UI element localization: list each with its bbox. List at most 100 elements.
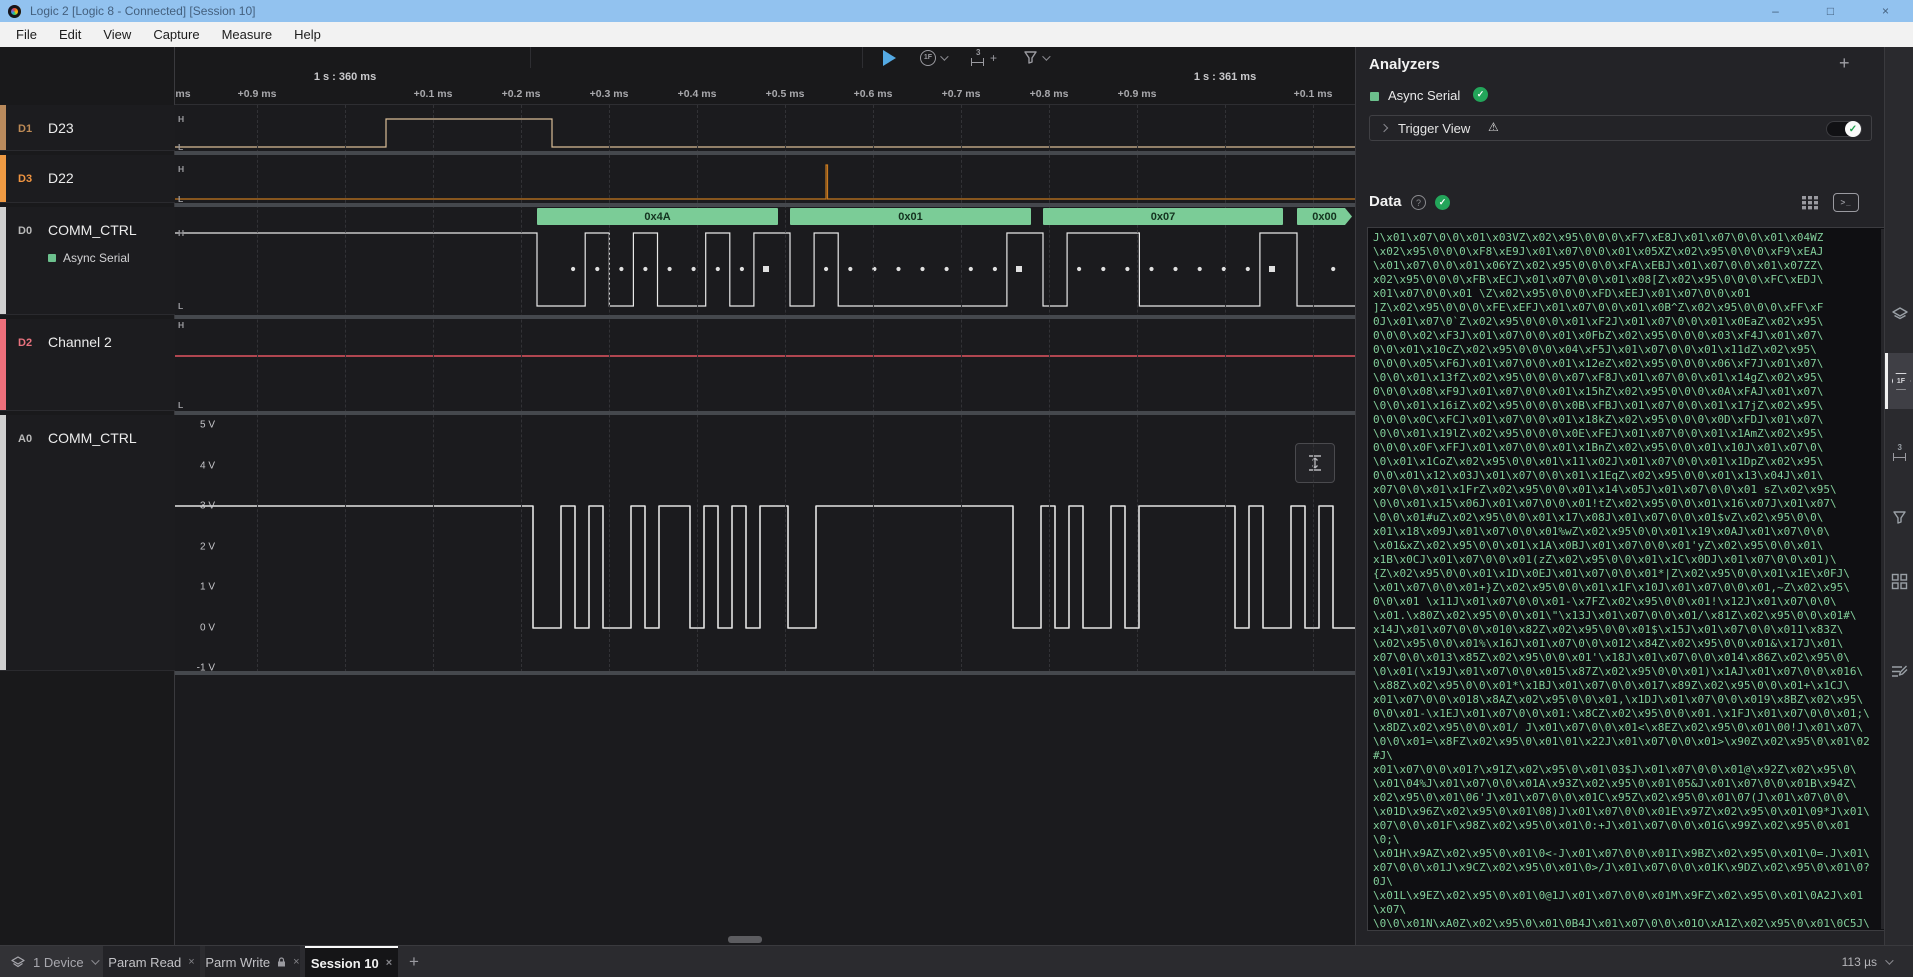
sidebar-capture-settings-button[interactable]: 1F bbox=[1885, 353, 1913, 409]
data-output-box[interactable]: J\x01\x07\0\0\x01\x03VZ\x02\x95\0\0\0\xF… bbox=[1367, 227, 1890, 931]
trigger-view-toggle[interactable]: ✓ bbox=[1826, 121, 1862, 137]
minimize-button[interactable]: – bbox=[1748, 0, 1803, 22]
time-scale-status[interactable]: 113 µs bbox=[1842, 946, 1891, 977]
timeline-tick-label: +0.8 ms bbox=[1030, 88, 1069, 100]
channel-row-d2[interactable]: D2Channel 2 bbox=[0, 319, 175, 411]
close-button[interactable]: × bbox=[1858, 0, 1913, 22]
menu-file[interactable]: File bbox=[6, 24, 47, 45]
channel-row-a0[interactable]: A0COMM_CTRL bbox=[0, 415, 175, 671]
analog-scale-button[interactable] bbox=[1295, 443, 1335, 483]
channel-id-label: D1 bbox=[18, 123, 32, 135]
add-analyzer-button[interactable]: + bbox=[1839, 53, 1850, 74]
logic2-app: Logic 2 [Logic 8 - Connected] [Session 1… bbox=[0, 0, 1913, 977]
timeline-tick-label: +0.9 ms bbox=[238, 88, 277, 100]
measurement-icon: 3 bbox=[1892, 445, 1908, 461]
bit-sample-dot bbox=[945, 267, 949, 271]
sidebar-extensions-button[interactable] bbox=[1885, 553, 1913, 609]
timeline-tick-label: +0.5 ms bbox=[766, 88, 805, 100]
bit-sample-dot bbox=[1101, 267, 1105, 271]
device-1f-hexagon-icon: 1F bbox=[1892, 373, 1911, 390]
menu-view[interactable]: View bbox=[93, 24, 141, 45]
help-icon[interactable]: ? bbox=[1411, 195, 1426, 210]
channel-row-d3[interactable]: D3D22 bbox=[0, 155, 175, 203]
trigger-button[interactable] bbox=[1023, 48, 1048, 67]
bit-sample-dot bbox=[848, 267, 852, 271]
bit-sample-dot bbox=[595, 267, 599, 271]
tab-close-icon[interactable]: × bbox=[188, 956, 194, 968]
device-selector[interactable]: 1 Device bbox=[0, 946, 103, 977]
horizontal-scrollbar[interactable] bbox=[728, 936, 762, 943]
timeline-ruler[interactable]: ms+0.9 ms1 s : 360 ms+0.1 ms+0.2 ms+0.3 … bbox=[175, 68, 1355, 105]
tab-parm-write[interactable]: Parm Write× bbox=[205, 946, 300, 977]
measurement-icon: 3 bbox=[970, 50, 986, 66]
level-low-label: L bbox=[178, 194, 183, 204]
grid-line bbox=[1137, 105, 1138, 672]
grid-line bbox=[609, 105, 610, 672]
bit-sample-dot bbox=[1331, 267, 1335, 271]
level-low-label: L bbox=[178, 142, 183, 152]
add-measurement-icon: + bbox=[990, 51, 997, 65]
bit-sample-dot bbox=[1198, 267, 1202, 271]
device-count-label: 1 Device bbox=[33, 955, 84, 970]
channel-color-strip bbox=[0, 105, 6, 150]
chevron-right-icon bbox=[1380, 124, 1388, 132]
channel-row-d0[interactable]: D0COMM_CTRLAsync Serial bbox=[0, 207, 175, 315]
bit-sample-dot bbox=[896, 267, 900, 271]
session-tab-bar: 1 Device + 113 µs Param Read×Parm Write×… bbox=[0, 945, 1913, 977]
play-icon bbox=[883, 50, 896, 66]
timeline-tick-label: +0.4 ms bbox=[678, 88, 717, 100]
analyzer-item-async-serial[interactable]: Async Serial ✓ bbox=[1356, 85, 1885, 109]
channel-row-d1[interactable]: D1D23 bbox=[0, 105, 175, 151]
capture-settings-button[interactable]: 1F bbox=[920, 48, 946, 67]
channel-color-strip bbox=[0, 415, 6, 670]
timeline-tick-label: ms bbox=[175, 88, 190, 100]
menu-help[interactable]: Help bbox=[284, 24, 331, 45]
menu-capture[interactable]: Capture bbox=[143, 24, 209, 45]
measurements-button[interactable]: 3 + bbox=[970, 48, 997, 67]
sidebar-devices-button[interactable] bbox=[1885, 287, 1913, 343]
data-heading: Data bbox=[1369, 193, 1402, 210]
tab-close-icon[interactable]: × bbox=[386, 957, 392, 969]
trigger-view-row[interactable]: Trigger View ⚠ ✓ bbox=[1369, 115, 1872, 141]
menubar: FileEditViewCaptureMeasureHelp bbox=[0, 22, 1913, 47]
waveform-trace bbox=[175, 506, 1355, 628]
sidebar-trigger-button[interactable] bbox=[1885, 489, 1913, 545]
analyzer-ok-icon: ✓ bbox=[1473, 87, 1488, 102]
voltage-label: 2 V bbox=[177, 541, 215, 552]
terminal-view-icon[interactable]: >_ bbox=[1833, 193, 1859, 212]
analyzer-color-icon bbox=[1370, 92, 1379, 101]
table-view-icon[interactable] bbox=[1801, 195, 1819, 211]
grid-line bbox=[521, 105, 522, 672]
sidebar-notes-button[interactable] bbox=[1885, 643, 1913, 699]
tab-session-10[interactable]: Session 10× bbox=[305, 946, 398, 977]
grid-line bbox=[345, 105, 346, 672]
decoded-byte-annotation: 0x01 bbox=[790, 208, 1031, 225]
waveform-view[interactable]: HLHLHLHL5 V4 V3 V2 V1 V0 V-1 V0x4A0x010x… bbox=[175, 105, 1355, 945]
row-separator bbox=[175, 315, 1355, 319]
level-high-label: H bbox=[178, 228, 184, 238]
bit-sample-dot bbox=[1125, 267, 1129, 271]
play-capture-button[interactable] bbox=[876, 49, 902, 67]
menu-measure[interactable]: Measure bbox=[212, 24, 283, 45]
extensions-icon bbox=[1891, 573, 1908, 590]
sidebar-measurements-button[interactable]: 3 bbox=[1885, 425, 1913, 481]
notes-icon bbox=[1891, 664, 1908, 679]
timeline-tick-label: +0.3 ms bbox=[590, 88, 629, 100]
bit-sample-dot bbox=[824, 267, 828, 271]
channel-name-label: Channel 2 bbox=[48, 334, 112, 350]
timeline-tick-label: +0.1 ms bbox=[414, 88, 453, 100]
level-low-label: L bbox=[178, 400, 183, 410]
channel-name-label: D22 bbox=[48, 170, 74, 186]
bit-sample-dot bbox=[740, 267, 744, 271]
new-tab-button[interactable]: + bbox=[399, 946, 429, 977]
timeline-tick-label: +0.2 ms bbox=[502, 88, 541, 100]
grid-line bbox=[433, 105, 434, 672]
menu-edit[interactable]: Edit bbox=[49, 24, 91, 45]
trigger-view-label: Trigger View bbox=[1398, 121, 1470, 136]
tab-param-read[interactable]: Param Read× bbox=[103, 946, 200, 977]
device-layers-icon bbox=[1891, 307, 1909, 323]
analyzers-heading: Analyzers bbox=[1369, 56, 1440, 73]
tab-close-icon[interactable]: × bbox=[293, 956, 299, 968]
chevron-down-icon bbox=[1885, 956, 1893, 964]
maximize-button[interactable]: □ bbox=[1803, 0, 1858, 22]
